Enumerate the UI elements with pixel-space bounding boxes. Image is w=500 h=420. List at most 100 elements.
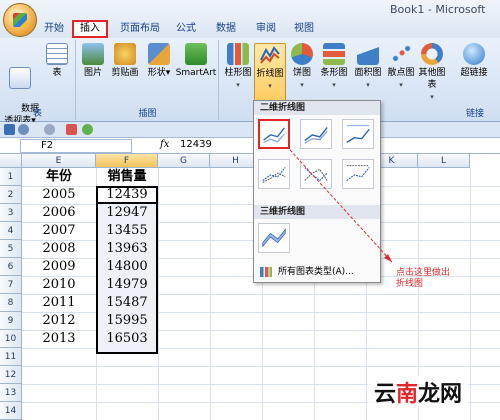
line-chart-markers-option-1[interactable] — [258, 159, 290, 189]
tab-page-layout[interactable]: 页面布局 — [114, 20, 166, 38]
row-header[interactable]: 14 — [0, 402, 22, 420]
line-chart-option-1[interactable] — [258, 119, 290, 149]
line-chart-markers-option-2[interactable] — [300, 159, 332, 189]
all-chart-types-item[interactable]: 所有图表类型(A)... — [258, 264, 378, 280]
year-cell[interactable]: 2006 — [22, 204, 96, 222]
all-chart-types-icon — [260, 267, 272, 277]
bar-chart-button[interactable]: 条形图 ▾ — [318, 43, 350, 91]
shapes-icon — [148, 43, 170, 65]
smartart-button[interactable]: SmartArt — [175, 43, 217, 79]
row-header[interactable]: 11 — [0, 348, 22, 366]
select-all-corner[interactable] — [0, 154, 22, 168]
group-tables: 数据 透视表▾ 表 表 — [0, 40, 76, 126]
scatter-chart-icon — [390, 43, 412, 65]
row-header[interactable]: 1 — [0, 168, 22, 186]
header-year-cell[interactable]: 年份 — [22, 168, 96, 186]
line-chart-icon — [259, 44, 281, 66]
sales-cell[interactable]: 15487 — [96, 294, 158, 312]
column-header[interactable]: G — [158, 154, 210, 168]
area-chart-button[interactable]: 面积图 ▾ — [352, 43, 384, 91]
picture-button[interactable]: 图片 — [81, 43, 105, 79]
year-cell[interactable]: 2008 — [22, 240, 96, 258]
column-header[interactable]: L — [418, 154, 470, 168]
row-header[interactable]: 3 — [0, 204, 22, 222]
year-cell[interactable]: 2010 — [22, 276, 96, 294]
column-header[interactable]: E — [22, 154, 96, 168]
pie-chart-button[interactable]: 饼图 ▾ — [288, 43, 316, 91]
pie-chart-icon — [291, 43, 313, 65]
formula-input[interactable]: 12439 — [180, 139, 212, 150]
sales-cell[interactable]: 13963 — [96, 240, 158, 258]
donut-chart-icon — [421, 43, 443, 65]
tab-review[interactable]: 审阅 — [250, 20, 282, 38]
column-chart-button[interactable]: 柱形图 ▾ — [222, 43, 254, 91]
sales-cell[interactable]: 12947 — [96, 204, 158, 222]
row-header[interactable]: 8 — [0, 294, 22, 312]
sales-cell[interactable]: 13455 — [96, 222, 158, 240]
section-2d-line: 二维折线图 — [254, 101, 380, 115]
shapes-button[interactable]: 形状▾ — [145, 43, 173, 79]
line-chart-option-2[interactable] — [300, 119, 332, 149]
hyperlink-button[interactable]: 超链接 — [454, 43, 494, 79]
tab-formulas[interactable]: 公式 — [170, 20, 202, 38]
row-header[interactable]: 5 — [0, 240, 22, 258]
section-3d-line: 三维折线图 — [254, 205, 380, 219]
table-icon — [46, 43, 68, 65]
row-header[interactable]: 7 — [0, 276, 22, 294]
row-header[interactable]: 9 — [0, 312, 22, 330]
group-label-links: 链接 — [465, 109, 484, 119]
gridline — [22, 366, 500, 367]
row-header[interactable]: 10 — [0, 330, 22, 348]
window-title: Book1 - Microsoft — [390, 3, 486, 16]
row-header[interactable]: 12 — [0, 366, 22, 384]
sales-cell[interactable]: 14979 — [96, 276, 158, 294]
save-icon[interactable] — [4, 124, 15, 135]
watermark-logo: 云南龙网 — [368, 376, 469, 408]
line-chart-dropdown: 二维折线图 三维折线图 所有图表类型(A)... — [253, 100, 381, 283]
year-cell[interactable]: 2013 — [22, 330, 96, 348]
row-header[interactable]: 13 — [0, 384, 22, 402]
line-chart-markers-option-3[interactable] — [342, 159, 374, 189]
scatter-chart-button[interactable]: 散点图 ▾ — [386, 43, 416, 91]
sales-cell[interactable]: 12439 — [96, 186, 158, 204]
hyperlink-globe-icon — [463, 43, 485, 65]
line-chart-option-3[interactable] — [342, 119, 374, 149]
sales-cell[interactable]: 14800 — [96, 258, 158, 276]
tab-insert[interactable]: 插入 — [72, 20, 108, 38]
annotation-text: 点击这里做出 折线图 — [396, 268, 451, 289]
table-button[interactable]: 表 — [44, 43, 70, 79]
other-charts-button[interactable]: 其他图表 ▾ — [416, 43, 448, 103]
year-cell[interactable]: 2009 — [22, 258, 96, 276]
row-header[interactable]: 6 — [0, 258, 22, 276]
group-illustrations: 图片 剪贴画 形状▾ SmartArt 插图 — [77, 40, 219, 120]
year-cell[interactable]: 2012 — [22, 312, 96, 330]
fx-button[interactable]: fx — [160, 139, 169, 150]
smartart-icon — [185, 43, 207, 65]
3d-line-chart-option[interactable] — [258, 223, 290, 253]
row-header[interactable]: 4 — [0, 222, 22, 240]
year-cell[interactable]: 2011 — [22, 294, 96, 312]
row-header[interactable]: 2 — [0, 186, 22, 204]
sales-cell[interactable]: 16503 — [96, 330, 158, 348]
header-sales-cell[interactable]: 销售量 — [96, 168, 158, 186]
title-bar: Book1 - Microsoft 开始 插入 页面布局 公式 数据 审阅 视图 — [0, 0, 500, 38]
clipart-icon — [114, 43, 136, 65]
tab-data[interactable]: 数据 — [210, 20, 242, 38]
sales-cell[interactable]: 15995 — [96, 312, 158, 330]
toolbar-extra-icon[interactable] — [66, 124, 77, 135]
toolbar-green-icon[interactable] — [82, 124, 93, 135]
quick-access-toolbar — [0, 122, 500, 138]
redo-icon[interactable] — [44, 124, 55, 135]
ribbon: 数据 透视表▾ 表 表 图片 剪贴画 形状▾ SmartArt 插图 柱形图▾ — [0, 38, 500, 126]
undo-icon[interactable] — [18, 124, 29, 135]
office-button[interactable] — [3, 3, 37, 37]
clipart-button[interactable]: 剪贴画 — [109, 43, 141, 79]
column-header[interactable]: F — [96, 154, 158, 168]
name-box[interactable]: F2 — [20, 139, 132, 153]
year-cell[interactable]: 2005 — [22, 186, 96, 204]
year-cell[interactable]: 2007 — [22, 222, 96, 240]
gridline — [22, 348, 500, 349]
tab-view[interactable]: 视图 — [288, 20, 320, 38]
tab-home[interactable]: 开始 — [38, 20, 70, 38]
group-label-tables: 表 — [32, 109, 42, 119]
